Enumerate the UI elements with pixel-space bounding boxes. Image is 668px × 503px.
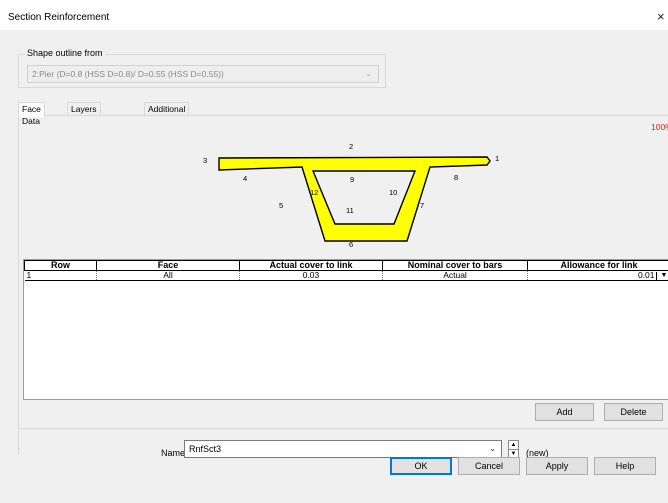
shape-outline-label: Shape outline from [25,48,105,58]
dialog-body: Shape outline from 2:Pier (D=0.8 (HSS D=… [0,30,668,503]
cell-face[interactable]: All [96,270,240,281]
name-spinner[interactable]: ▲ ▼ [508,440,519,458]
add-button[interactable]: Add [535,403,594,421]
face-data-panel: 100% 1 2 3 4 5 6 7 8 9 10 11 12 [18,115,668,455]
edge-label-2: 2 [349,142,354,151]
edge-label-11: 11 [346,206,354,215]
delete-button[interactable]: Delete [604,403,663,421]
tab-additional-bars[interactable]: Additional bars [144,102,190,126]
window-title: Section Reinforcement [8,12,110,23]
section-diagram: 1 2 3 4 5 6 7 8 9 10 11 12 [189,136,519,256]
face-data-grid: Row Face Actual cover to link Nominal co… [23,259,668,400]
edge-label-6: 6 [349,240,354,249]
separator [18,428,668,429]
shape-outline-value: 2:Pier (D=0.8 (HSS D=0.8)/ D=0.55 (HSS D… [32,69,224,79]
name-combo[interactable]: RnfSct3 ⌄ [184,440,502,458]
spin-up-icon[interactable]: ▲ [509,441,518,449]
dropdown-arrow-icon[interactable]: ▼ [660,271,668,280]
cell-row[interactable]: 1 [24,270,97,281]
column-header-nominal-cover: Nominal cover to bars [382,260,528,271]
edge-label-3: 3 [203,156,208,165]
apply-button[interactable]: Apply [526,457,588,475]
cancel-button[interactable]: Cancel [458,457,520,475]
column-header-face: Face [96,260,240,271]
zoom-scale: 100% [651,122,668,132]
column-header-row: Row [24,260,97,271]
tab-layers-of-rebar[interactable]: Layers of rebar [67,102,101,138]
spin-down-icon[interactable]: ▼ [509,449,518,457]
edge-label-8: 8 [454,173,459,182]
name-value[interactable]: RnfSct3 [189,444,221,454]
name-label: Name [161,448,186,458]
close-icon[interactable]: × [657,9,665,24]
edge-label-10: 10 [389,188,398,197]
column-header-actual-cover: Actual cover to link [239,260,383,271]
title-bar: Section Reinforcement × [0,0,668,30]
edge-label-1: 1 [495,154,500,163]
face-data-table: Row Face Actual cover to link Nominal co… [24,260,668,281]
table-header-row: Row Face Actual cover to link Nominal co… [24,260,668,271]
edge-label-12: 12 [310,188,319,197]
cell-nominal-cover[interactable]: Actual [382,270,528,281]
table-row[interactable]: 1 All 0.03 Actual 0.01 ▼ [24,270,668,281]
edge-label-7: 7 [420,201,425,210]
chevron-down-icon[interactable]: ⌄ [489,441,496,457]
column-header-allowance: Allowance for link [527,260,668,271]
help-button[interactable]: Help [594,457,656,475]
edge-label-9: 9 [350,175,355,184]
ok-button[interactable]: OK [390,457,452,475]
tab-face-data[interactable]: Face Data [18,102,45,126]
section-shape [218,156,491,242]
section-outline [218,156,491,242]
shape-outline-group: Shape outline from 2:Pier (D=0.8 (HSS D=… [18,48,386,88]
text-caret [655,271,657,280]
cell-actual-cover[interactable]: 0.03 [239,270,383,281]
chevron-down-icon: ⌄ [365,69,372,78]
edge-label-4: 4 [243,174,248,183]
cell-allowance[interactable]: 0.01 ▼ [527,270,668,281]
edge-label-5: 5 [279,201,284,210]
allowance-value[interactable]: 0.01 [638,270,655,280]
shape-outline-combo: 2:Pier (D=0.8 (HSS D=0.8)/ D=0.55 (HSS D… [27,65,379,83]
